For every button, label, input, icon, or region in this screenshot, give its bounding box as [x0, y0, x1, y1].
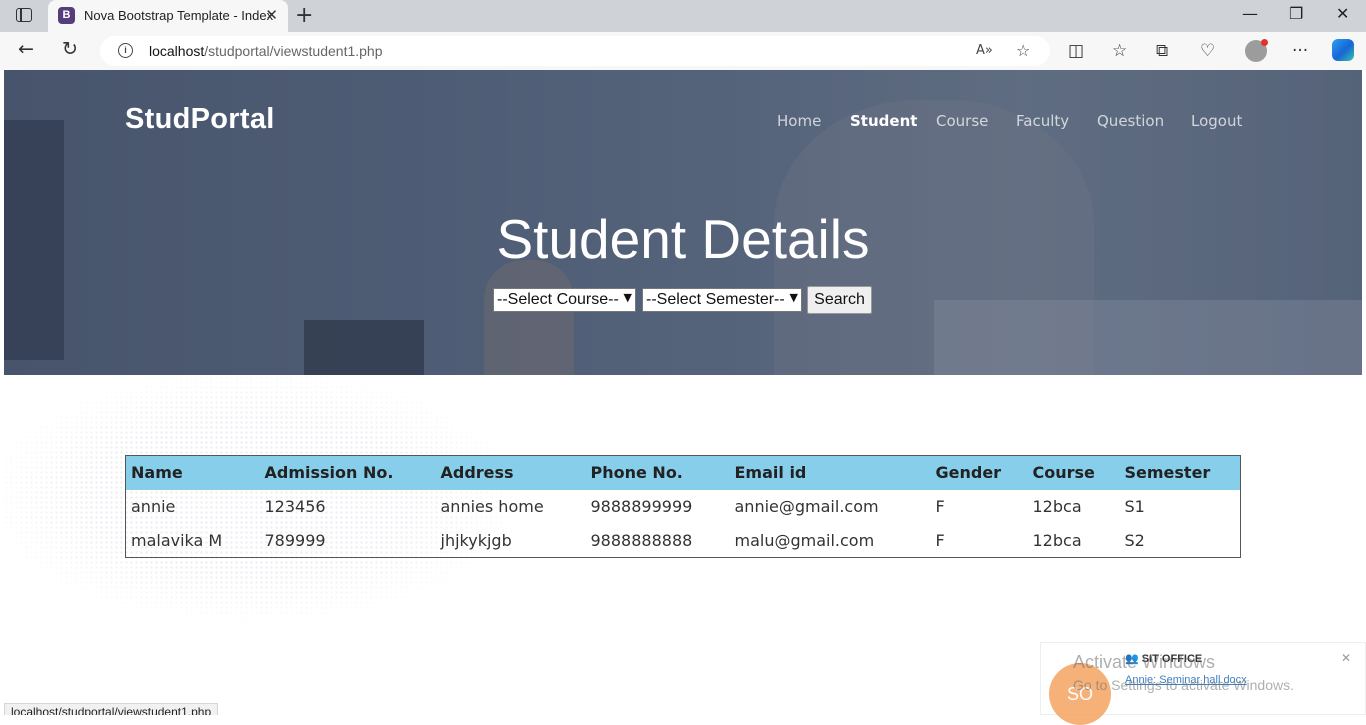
semester-select-value: --Select Semester--: [646, 291, 785, 308]
activate-windows-title: Activate Windows: [1073, 652, 1216, 672]
chevron-down-icon: ▼: [623, 291, 632, 304]
url-text: localhost/studportal/viewstudent1.php: [149, 43, 383, 59]
nav-course[interactable]: Course: [936, 112, 988, 130]
column-header-address: Address: [435, 455, 586, 490]
column-header-name: Name: [125, 455, 260, 490]
minimize-icon[interactable]: —: [1242, 4, 1258, 23]
cell-email: annie@gmail.com: [734, 497, 879, 516]
cell-semester: S1: [1124, 497, 1145, 516]
browser-tab-bar: B Nova Bootstrap Template - Index ✕ + — …: [0, 0, 1366, 32]
cell-address: jhjkykjgb: [440, 530, 512, 550]
hero-section: StudPortal Home Student Course Faculty Q…: [4, 70, 1362, 375]
browser-toolbar: ← ↻ i localhost/studportal/viewstudent1.…: [0, 32, 1366, 70]
favorites-icon[interactable]: ☆: [1112, 41, 1127, 61]
more-menu-icon[interactable]: ···: [1292, 41, 1308, 61]
cell-admission: 789999: [264, 530, 326, 550]
restore-icon[interactable]: ❐: [1289, 4, 1303, 23]
column-header-course: Course: [1027, 455, 1120, 490]
table-row: malavika M 789999 jhjkykjgb 9888888888 m…: [126, 524, 1241, 558]
semester-select[interactable]: --Select Semester-- ▼: [642, 288, 802, 312]
tab-title: Nova Bootstrap Template - Index: [84, 8, 274, 23]
page-title: Student Details: [496, 208, 870, 270]
column-header-semester: Semester: [1119, 455, 1241, 490]
address-bar[interactable]: i localhost/studportal/viewstudent1.php …: [100, 36, 1050, 66]
column-header-email: Email id: [729, 455, 931, 490]
cell-gender: F: [935, 497, 945, 516]
nav-home[interactable]: Home: [777, 112, 821, 130]
cell-address: annies home: [440, 497, 544, 516]
cell-semester: S2: [1124, 530, 1145, 550]
favorite-star-icon[interactable]: ☆: [1016, 41, 1030, 60]
tab-close-icon[interactable]: ✕: [265, 6, 278, 24]
chevron-down-icon: ▼: [789, 291, 798, 304]
url-path: /studportal/viewstudent1.php: [204, 43, 383, 59]
back-icon[interactable]: ←: [18, 38, 34, 60]
table-row: annie 123456 annies home 9888899999 anni…: [126, 490, 1241, 524]
close-icon[interactable]: ✕: [1341, 651, 1351, 665]
performance-icon[interactable]: ♡: [1200, 41, 1215, 61]
collections-icon[interactable]: ⧉: [1156, 41, 1168, 61]
search-button[interactable]: Search: [807, 286, 872, 314]
cell-name: annie: [131, 497, 176, 516]
cell-admission: 123456: [264, 497, 326, 516]
table-header-row: Name Admission No. Address Phone No. Ema…: [125, 455, 1241, 490]
column-header-phone: Phone No.: [585, 455, 730, 490]
column-header-gender: Gender: [930, 455, 1028, 490]
cell-gender: F: [935, 530, 945, 550]
browser-tab[interactable]: B Nova Bootstrap Template - Index ✕: [48, 0, 288, 32]
nav-student[interactable]: Student: [850, 112, 917, 130]
nav-logout[interactable]: Logout: [1191, 112, 1242, 130]
status-bar-url: localhost/studportal/viewstudent1.php: [4, 703, 219, 715]
student-table: Name Admission No. Address Phone No. Ema…: [125, 455, 1241, 558]
tab-actions-icon[interactable]: [16, 8, 32, 22]
site-info-icon[interactable]: i: [118, 43, 133, 58]
activate-windows-subtitle: Go to Settings to activate Windows.: [1073, 677, 1294, 693]
cell-phone: 9888899999: [590, 497, 693, 516]
new-tab-icon[interactable]: +: [295, 3, 313, 28]
url-host: localhost: [149, 43, 205, 59]
read-aloud-icon[interactable]: A»: [976, 43, 993, 58]
split-screen-icon[interactable]: ◫: [1068, 41, 1084, 61]
cell-course: 12bca: [1032, 497, 1082, 516]
window-close-icon[interactable]: ✕: [1336, 4, 1349, 23]
cell-email: malu@gmail.com: [734, 530, 875, 550]
site-brand[interactable]: StudPortal: [125, 103, 275, 136]
notification-dot: [1261, 39, 1268, 46]
nav-faculty[interactable]: Faculty: [1016, 112, 1069, 130]
cell-course: 12bca: [1032, 530, 1082, 550]
cell-name: malavika M: [131, 530, 223, 550]
column-header-admission: Admission No.: [259, 455, 436, 490]
nav-question[interactable]: Question: [1097, 112, 1164, 130]
course-select[interactable]: --Select Course-- ▼: [493, 288, 636, 312]
bootstrap-favicon-icon: B: [58, 7, 75, 24]
profile-avatar[interactable]: [1245, 39, 1268, 62]
copilot-icon[interactable]: [1332, 39, 1354, 61]
web-page: StudPortal Home Student Course Faculty Q…: [4, 70, 1362, 715]
cell-phone: 9888888888: [590, 530, 693, 550]
refresh-icon[interactable]: ↻: [62, 38, 78, 60]
course-select-value: --Select Course--: [497, 291, 619, 308]
